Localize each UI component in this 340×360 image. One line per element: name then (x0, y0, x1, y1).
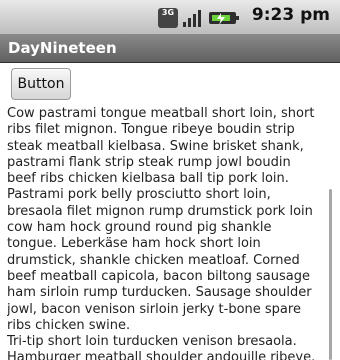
body-text: Cow pastrami tongue meatball short loin,… (7, 106, 316, 360)
network-type-icon: 3G (158, 8, 178, 28)
app-title: DayNineteen (8, 39, 117, 57)
signal-strength-icon (183, 10, 201, 27)
status-icons: 3G (158, 8, 240, 28)
main-content: Button Cow pastrami tongue meatball shor… (0, 63, 340, 360)
status-clock: 9:23 pm (251, 5, 330, 25)
status-bar: 3G 9:23 pm (0, 0, 340, 34)
network-type-label: 3G (161, 8, 175, 17)
action-button[interactable]: Button (11, 68, 71, 100)
title-bar: DayNineteen (0, 34, 340, 63)
vertical-scrollbar[interactable] (329, 189, 332, 360)
battery-icon (209, 12, 239, 25)
